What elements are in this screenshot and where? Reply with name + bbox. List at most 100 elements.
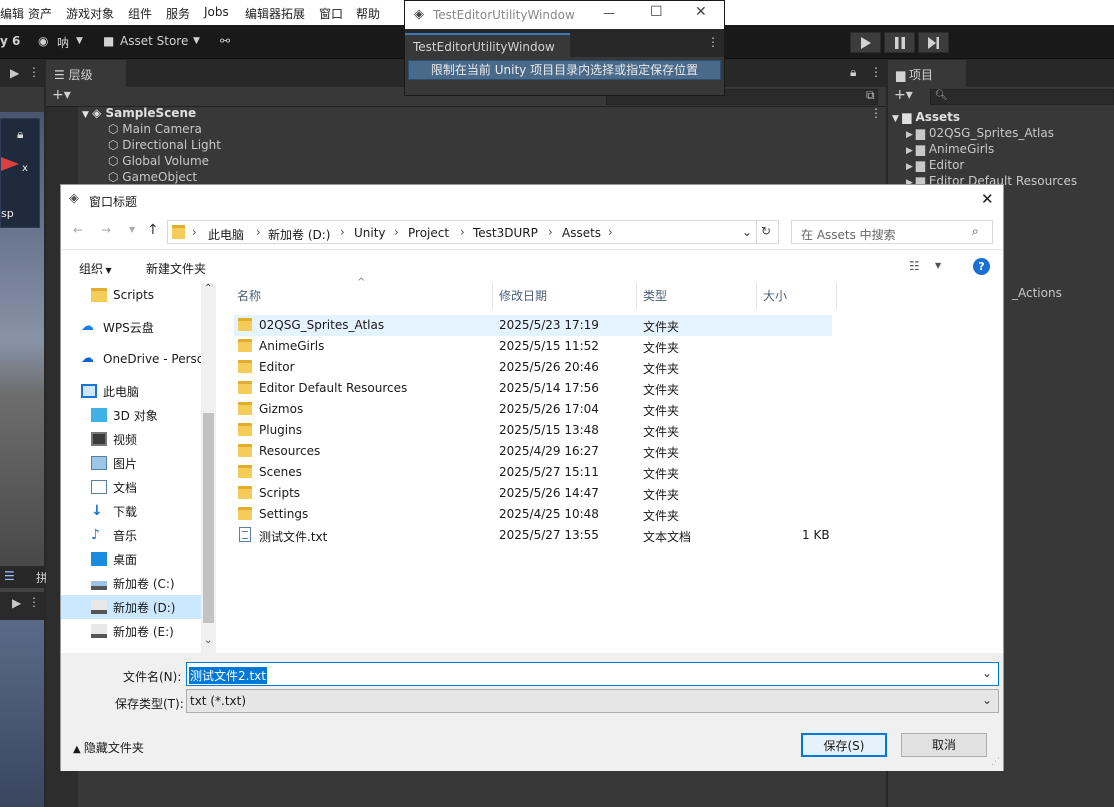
chevron-down-icon[interactable]: ⌄ [982, 666, 992, 680]
minimize-icon[interactable]: — [603, 6, 615, 20]
menu-component[interactable]: 组件 [128, 5, 152, 22]
menu-gameobject[interactable]: 游戏对象 [66, 5, 114, 22]
nav-item-desktop[interactable]: 桌面 [91, 547, 137, 571]
nav-item-scripts[interactable]: Scripts [91, 283, 154, 307]
nav-scrollbar[interactable]: ⌃ ⌄ [201, 283, 216, 653]
chevron-down-icon[interactable]: ⌄ [742, 225, 752, 239]
file-row[interactable]: Settings 2025/4/25 10:48 文件夹 [234, 504, 832, 525]
file-row[interactable]: Plugins 2025/5/15 13:48 文件夹 [234, 420, 832, 441]
add-icon[interactable]: +▾ [894, 87, 913, 103]
chevron-down-icon[interactable]: ⌄ [982, 693, 992, 707]
column-header-type[interactable]: 类型 [637, 283, 757, 309]
more-options-icon[interactable]: ⋮ [870, 106, 882, 120]
menu-edit[interactable]: 编辑 [0, 5, 24, 22]
play-button[interactable] [850, 32, 881, 53]
project-item-partial[interactable]: _Actions [1012, 286, 1062, 300]
file-row[interactable]: Scripts 2025/5/26 14:47 文件夹 [234, 483, 832, 504]
close-icon[interactable]: ✕ [695, 4, 707, 20]
breadcrumb-item[interactable]: Unity [354, 226, 386, 240]
refresh-button[interactable]: ↻ [757, 220, 779, 244]
menu-help[interactable]: 帮助 [356, 5, 380, 22]
more-options-icon[interactable]: ⋮ [870, 65, 882, 79]
breadcrumb-item[interactable]: 此电脑 [208, 226, 244, 243]
menu-services[interactable]: 服务 [166, 5, 190, 22]
nav-item-drive-c[interactable]: 新加卷 (C:) [91, 571, 175, 595]
more-options-icon[interactable]: ⋮ [28, 595, 40, 609]
resize-grip-icon[interactable]: ⋰ [991, 757, 1000, 767]
scene-view[interactable]: 🔒︎ x sp [0, 112, 44, 622]
view-options-icon[interactable]: ☷ [909, 259, 920, 273]
organize-button[interactable]: 组织 ▼ [79, 260, 112, 277]
nav-item-wps[interactable]: ☁ WPS云盘 [81, 315, 154, 339]
nav-item-music[interactable]: ♪ 音乐 [91, 523, 137, 547]
breadcrumb-item[interactable]: Project [408, 226, 449, 240]
file-row[interactable]: Editor 2025/5/26 20:46 文件夹 [234, 357, 832, 378]
nav-item-3d-objects[interactable]: 3D 对象 [91, 403, 158, 427]
save-button[interactable]: 保存(S) [801, 733, 887, 757]
axis-gizmo-icon[interactable] [1, 149, 33, 179]
file-row[interactable]: 测试文件.txt 2025/5/27 13:55 文本文档 1 KB [234, 525, 832, 546]
tab-project[interactable]: ▆ 项目 [888, 60, 966, 87]
file-row[interactable]: AnimeGirls 2025/5/15 11:52 文件夹 [234, 336, 832, 357]
menu-window[interactable]: 窗口 [319, 5, 343, 22]
tab-hierarchy[interactable]: ☰ 层级 [46, 60, 126, 87]
column-header-size[interactable]: 大小 [757, 283, 837, 309]
back-arrow-icon[interactable]: ← [73, 223, 83, 237]
chevron-down-icon[interactable]: ▼ [935, 261, 941, 270]
account-button[interactable]: 呐 [57, 34, 69, 51]
filename-input[interactable]: 测试文件2.txt ⌄ [186, 662, 999, 686]
pause-button[interactable] [884, 32, 915, 53]
project-folder[interactable]: ▶ ▆ Editor [906, 158, 964, 172]
hierarchy-item[interactable]: ⬡ GameObject [108, 170, 197, 184]
column-header-name[interactable]: 名称 [231, 283, 493, 309]
chevron-up-icon[interactable]: ⌃ [204, 283, 212, 294]
hierarchy-item[interactable]: ⬡ Global Volume [108, 154, 209, 168]
column-header-date[interactable]: 修改日期 [493, 283, 637, 309]
nav-item-pictures[interactable]: 图片 [91, 451, 137, 475]
lock-icon[interactable]: 🔒︎ [17, 127, 23, 142]
lock-icon[interactable]: 🔒︎ [850, 65, 856, 80]
menu-jobs[interactable]: Jobs [204, 5, 229, 19]
nav-item-documents[interactable]: 文档 [91, 475, 137, 499]
project-root[interactable]: ▼ ▆ Assets [892, 110, 960, 124]
breadcrumb-item[interactable]: 新加卷 (D:) [268, 226, 330, 243]
chevron-right-icon[interactable]: ▶ [12, 596, 21, 610]
nav-item-drive-d[interactable]: 新加卷 (D:) [61, 595, 201, 619]
scene-gizmo[interactable]: 🔒︎ x sp [0, 118, 40, 228]
tab-utility-window[interactable]: TestEditorUtilityWindow [405, 33, 570, 57]
search-input[interactable]: 在 Assets 中搜索 ⌕ [791, 220, 993, 244]
chevron-down-icon[interactable]: ▼ [129, 225, 135, 234]
hierarchy-item[interactable]: ⬡ Main Camera [108, 122, 202, 136]
hide-folders-toggle[interactable]: ▲ 隐藏文件夹 [73, 739, 144, 756]
project-folder[interactable]: ▶ ▆ AnimeGirls [906, 142, 994, 156]
nav-item-this-pc[interactable]: 此电脑 [81, 379, 139, 403]
file-row[interactable]: Editor Default Resources 2025/5/14 17:56… [234, 378, 832, 399]
search-filter-icon[interactable]: ⧉ [866, 88, 875, 103]
file-row[interactable]: Scenes 2025/5/27 15:11 文件夹 [234, 462, 832, 483]
hierarchy-item[interactable]: ⬡ Directional Light [108, 138, 221, 152]
new-folder-button[interactable]: 新建文件夹 [146, 260, 206, 277]
nav-item-onedrive[interactable]: ☁ OneDrive - Perso [81, 347, 213, 371]
menu-editor-ext[interactable]: 编辑器拓展 [245, 5, 305, 22]
project-search-input[interactable]: 🔍︎ [930, 89, 1114, 105]
file-row[interactable]: Gizmos 2025/5/26 17:04 文件夹 [234, 399, 832, 420]
more-options-icon[interactable]: ⋮ [707, 35, 719, 49]
file-row[interactable]: 02QSG_Sprites_Atlas 2025/5/23 17:19 文件夹 [234, 315, 832, 336]
close-icon[interactable]: ✕ [981, 190, 994, 208]
version-control-icon[interactable]: ⚯ [220, 34, 230, 48]
settings-icon[interactable]: ☰ [4, 569, 15, 583]
address-bar[interactable]: › 此电脑 › 新加卷 (D:) › Unity › Project › Tes… [167, 220, 757, 244]
nav-item-drive-e[interactable]: 新加卷 (E:) [91, 619, 174, 643]
project-folder[interactable]: ▶ ▆ 02QSG_Sprites_Atlas [906, 126, 1054, 140]
breadcrumb-item[interactable]: Test3DURP [473, 226, 538, 240]
add-icon[interactable]: +▾ [52, 87, 71, 103]
step-button[interactable] [918, 32, 949, 53]
asset-store-button[interactable]: Asset Store [120, 34, 188, 48]
chevron-down-icon[interactable]: ⌄ [204, 635, 212, 646]
nav-item-downloads[interactable]: ↓ 下载 [91, 499, 137, 523]
chevron-right-icon[interactable]: ▶ [10, 66, 19, 80]
scrollbar-thumb[interactable] [203, 413, 214, 623]
filetype-select[interactable]: txt (*.txt) ⌄ [186, 689, 999, 713]
scene-row[interactable]: ▼ ◈ SampleScene [82, 106, 196, 120]
forward-arrow-icon[interactable]: → [101, 223, 111, 237]
